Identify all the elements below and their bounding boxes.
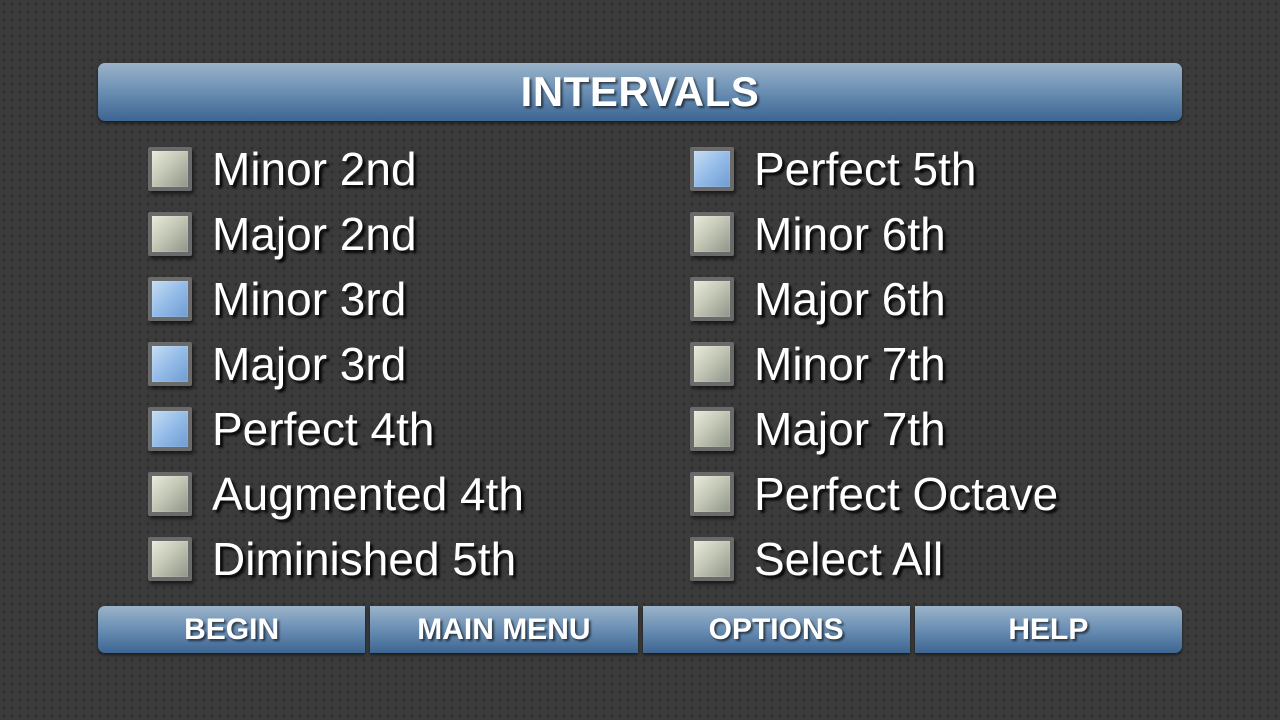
checkbox[interactable] bbox=[690, 471, 734, 516]
checkbox[interactable] bbox=[690, 276, 734, 321]
checkbox[interactable] bbox=[148, 211, 192, 256]
page-title: INTERVALS bbox=[520, 68, 760, 115]
interval-label: Perfect 4th bbox=[212, 402, 435, 455]
begin-button[interactable]: BEGIN bbox=[98, 606, 366, 653]
interval-option-augmented-4th[interactable]: Augmented 4th bbox=[148, 461, 524, 526]
interval-option-perfect-octave[interactable]: Perfect Octave bbox=[690, 461, 1058, 526]
bottom-button-bar: BEGIN MAIN MENU OPTIONS HELP bbox=[98, 606, 1182, 653]
interval-label: Minor 3rd bbox=[212, 272, 407, 325]
interval-label: Select All bbox=[754, 532, 944, 585]
interval-label: Major 2nd bbox=[212, 207, 417, 260]
interval-label: Perfect 5th bbox=[754, 142, 977, 195]
checkbox[interactable] bbox=[690, 406, 734, 451]
interval-label: Minor 2nd bbox=[212, 142, 417, 195]
interval-label: Perfect Octave bbox=[754, 467, 1059, 520]
interval-option-major-7th[interactable]: Major 7th bbox=[690, 396, 1058, 461]
interval-option-minor-7th[interactable]: Minor 7th bbox=[690, 331, 1058, 396]
interval-option-diminished-5th[interactable]: Diminished 5th bbox=[148, 526, 524, 591]
interval-option-minor-2nd[interactable]: Minor 2nd bbox=[148, 136, 524, 201]
checkbox[interactable] bbox=[148, 146, 192, 191]
select-all-option[interactable]: Select All bbox=[690, 526, 1058, 591]
checkbox[interactable] bbox=[690, 341, 734, 386]
main-menu-button[interactable]: MAIN MENU bbox=[370, 606, 638, 653]
checkbox[interactable] bbox=[690, 536, 734, 581]
checkbox[interactable] bbox=[148, 471, 192, 516]
checkbox[interactable] bbox=[148, 406, 192, 451]
interval-column-right: Perfect 5th Minor 6th Major 6th Minor 7t… bbox=[690, 136, 1058, 591]
interval-option-major-3rd[interactable]: Major 3rd bbox=[148, 331, 524, 396]
interval-option-major-2nd[interactable]: Major 2nd bbox=[148, 201, 524, 266]
options-button[interactable]: OPTIONS bbox=[642, 606, 910, 653]
interval-label: Augmented 4th bbox=[212, 467, 525, 520]
interval-label: Major 3rd bbox=[212, 337, 407, 390]
interval-option-perfect-4th[interactable]: Perfect 4th bbox=[148, 396, 524, 461]
title-bar: INTERVALS bbox=[98, 63, 1182, 121]
checkbox[interactable] bbox=[148, 536, 192, 581]
interval-option-major-6th[interactable]: Major 6th bbox=[690, 266, 1058, 331]
interval-label: Minor 7th bbox=[754, 337, 946, 390]
interval-option-perfect-5th[interactable]: Perfect 5th bbox=[690, 136, 1058, 201]
checkbox[interactable] bbox=[148, 341, 192, 386]
interval-option-minor-6th[interactable]: Minor 6th bbox=[690, 201, 1058, 266]
checkbox[interactable] bbox=[690, 146, 734, 191]
interval-option-minor-3rd[interactable]: Minor 3rd bbox=[148, 266, 524, 331]
checkbox[interactable] bbox=[690, 211, 734, 256]
checkbox[interactable] bbox=[148, 276, 192, 321]
interval-label: Major 7th bbox=[754, 402, 946, 455]
interval-column-left: Minor 2nd Major 2nd Minor 3rd Major 3rd … bbox=[148, 136, 524, 591]
interval-label: Minor 6th bbox=[754, 207, 946, 260]
help-button[interactable]: HELP bbox=[914, 606, 1182, 653]
interval-label: Diminished 5th bbox=[212, 532, 517, 585]
interval-label: Major 6th bbox=[754, 272, 946, 325]
